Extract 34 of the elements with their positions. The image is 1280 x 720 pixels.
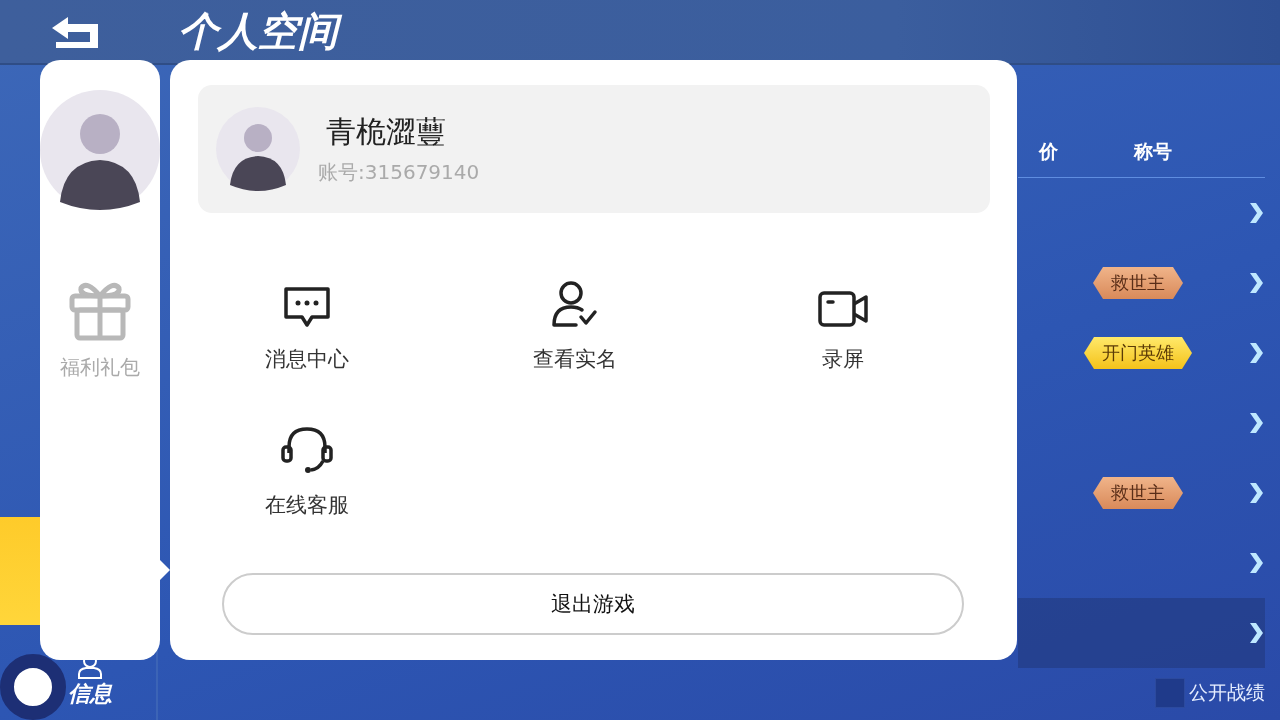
checkbox[interactable] [1155, 678, 1185, 708]
message-icon [282, 285, 332, 329]
chevron-right-icon [1248, 342, 1264, 364]
chevron-right-icon [1248, 412, 1264, 434]
chevron-right-icon [1248, 622, 1264, 644]
logout-button[interactable]: 退出游戏 [222, 573, 964, 635]
menu-item[interactable]: 录屏 [709, 253, 977, 373]
menu-item[interactable]: 查看实名 [441, 253, 709, 373]
chevron-right-icon [1248, 552, 1264, 574]
chevron-right-icon [1248, 482, 1264, 504]
title-badge: 救世主 [1093, 477, 1183, 509]
headset-icon [279, 425, 335, 475]
nav-tab[interactable] [0, 517, 40, 625]
chevron-right-icon [1248, 272, 1264, 294]
table-row[interactable]: 救世主 [1018, 248, 1265, 318]
chevron-right-icon [1248, 202, 1264, 224]
account-number: 账号:315679140 [318, 159, 480, 186]
column-header: 价 [1037, 139, 1058, 164]
table-row[interactable] [1018, 598, 1265, 668]
user-check-icon [550, 279, 600, 329]
column-header: 称号 [1132, 139, 1173, 164]
table-row[interactable]: 救世主 [1018, 458, 1265, 528]
gift-label: 福利礼包 [60, 354, 140, 381]
user-name: 青桅澀蘴 [325, 113, 447, 151]
video-camera-icon [817, 289, 869, 329]
title-badge: 开门英雄 [1084, 337, 1192, 369]
table-row[interactable]: 开门英雄 [1018, 318, 1265, 388]
menu-item[interactable]: 消息中心 [173, 253, 441, 373]
menu-item[interactable]: 在线客服 [173, 409, 441, 519]
checkbox-label: 公开战绩 [1189, 680, 1265, 705]
floating-button[interactable] [0, 654, 66, 720]
nav-label: 信息 [68, 680, 112, 708]
nav-tab[interactable]: 信息 [68, 653, 112, 709]
title-badge: 救世主 [1093, 267, 1183, 299]
